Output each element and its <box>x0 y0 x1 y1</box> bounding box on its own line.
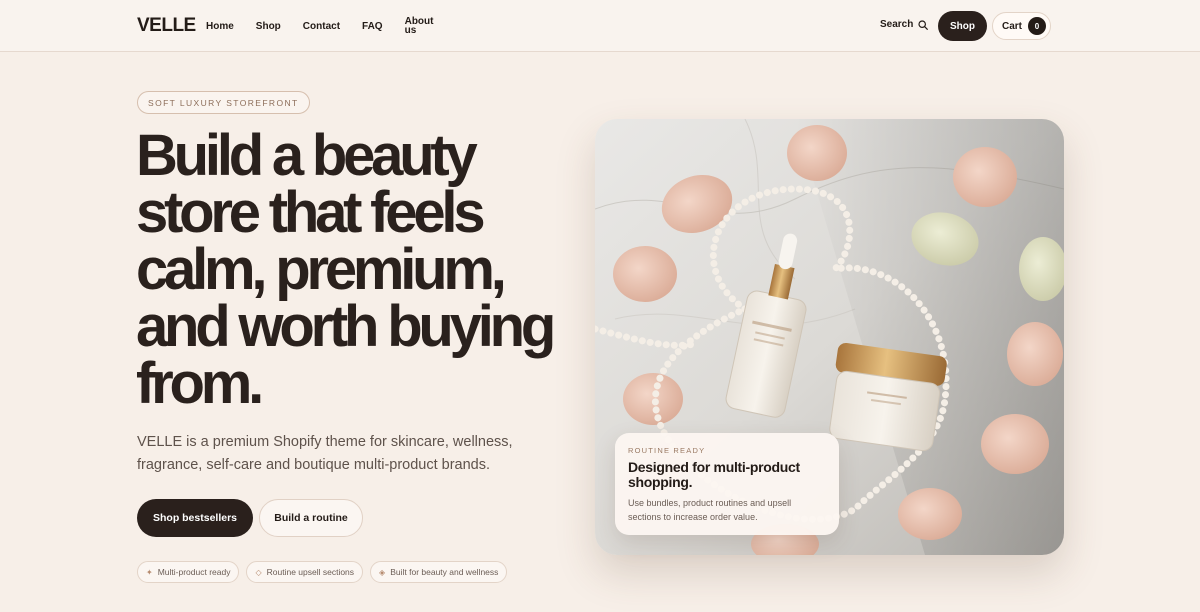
chip-label: Multi-product ready <box>157 567 231 577</box>
search-icon <box>918 19 929 30</box>
cart-label: Cart <box>1002 20 1023 32</box>
hero-subcopy: VELLE is a premium Shopify theme for ski… <box>137 434 513 473</box>
chip-label: Built for beauty and wellness <box>390 567 499 577</box>
feature-chips: ✦ Multi-product ready ◇ Routine upsell s… <box>137 561 508 583</box>
build-routine-button[interactable]: Build a routine <box>259 499 363 537</box>
site-header: VELLE Home Shop Contact FAQ About us Sea… <box>0 0 1200 52</box>
card-body: Use bundles, product routines and upsell… <box>628 498 792 522</box>
nav-faq[interactable]: FAQ <box>362 21 383 32</box>
nav-home[interactable]: Home <box>206 21 234 32</box>
diamond-outline-icon: ◇ <box>255 567 262 577</box>
hero-eyebrow-badge: SOFT LUXURY STOREFRONT <box>137 91 310 114</box>
shop-button[interactable]: Shop <box>938 11 987 41</box>
search-label: Search <box>880 19 914 30</box>
logo[interactable]: VELLE <box>137 15 196 37</box>
routine-ready-card: ROUTINE READY Designed for multi-product… <box>615 433 839 535</box>
chip-label: Routine upsell sections <box>266 567 355 577</box>
cart-count-badge: 0 <box>1028 17 1047 35</box>
cart-button[interactable]: Cart 0 <box>992 12 1051 40</box>
diamond-filled-icon: ◈ <box>379 567 386 577</box>
shop-bestsellers-button[interactable]: Shop bestsellers <box>137 499 253 537</box>
nav-shop[interactable]: Shop <box>256 21 281 32</box>
search-button[interactable]: Search <box>880 19 929 30</box>
hero-headline: Build a beauty store that feels calm, pr… <box>136 123 556 416</box>
sparkle-icon: ✦ <box>146 567 153 577</box>
main-nav: Home Shop Contact FAQ About us <box>206 0 457 52</box>
card-eyebrow: ROUTINE READY <box>628 446 706 455</box>
card-title: Designed for multi-product shopping. <box>628 459 800 490</box>
nav-about[interactable]: About us <box>405 17 435 36</box>
chip-multi-product: ✦ Multi-product ready <box>137 561 240 583</box>
nav-contact[interactable]: Contact <box>303 21 340 32</box>
chip-routine-upsell: ◇ Routine upsell sections <box>246 561 364 583</box>
chip-beauty-wellness: ◈ Built for beauty and wellness <box>370 561 508 583</box>
